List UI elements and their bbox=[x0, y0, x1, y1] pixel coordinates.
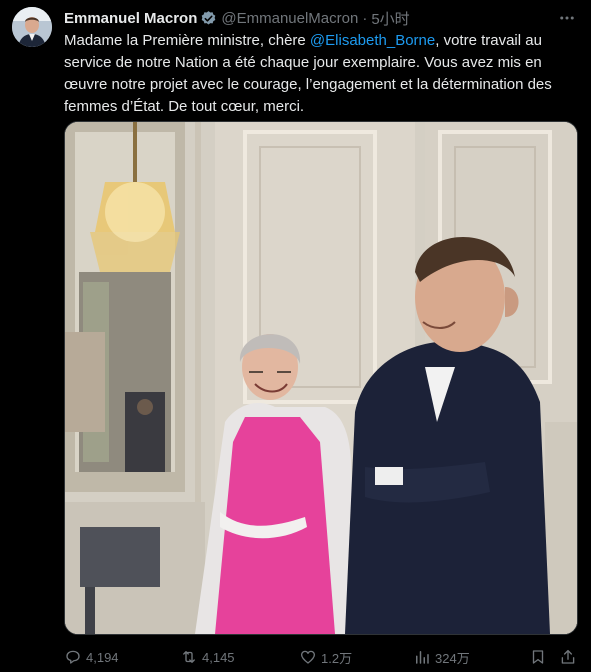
heart-icon bbox=[300, 650, 316, 664]
share-button[interactable] bbox=[559, 646, 581, 668]
tweet-text-part: Madame la Première ministre, chère bbox=[64, 32, 310, 49]
tweet-header: Emmanuel Macron @EmmanuelMacron · 5小时 bbox=[64, 8, 410, 28]
views-icon bbox=[416, 651, 429, 664]
verified-badge-icon bbox=[200, 10, 217, 27]
tweet-text: Madame la Première ministre, chère @Elis… bbox=[64, 30, 569, 118]
avatar[interactable] bbox=[12, 7, 52, 47]
reply-icon bbox=[66, 650, 80, 664]
author-name[interactable]: Emmanuel Macron bbox=[64, 10, 197, 27]
bookmark-button[interactable] bbox=[529, 646, 551, 668]
bookmark-icon bbox=[532, 650, 544, 664]
repost-button[interactable]: 4,145 bbox=[180, 646, 235, 668]
reply-count: 4,194 bbox=[86, 649, 119, 665]
like-button[interactable]: 1.2万 bbox=[299, 646, 352, 668]
tweet-timestamp[interactable]: 5小时 bbox=[371, 8, 409, 29]
repost-icon bbox=[183, 651, 195, 663]
tweet-actions: 4,194 4,145 1.2万 324万 bbox=[64, 646, 578, 668]
more-icon[interactable] bbox=[557, 8, 577, 28]
views-count: 324万 bbox=[435, 650, 470, 666]
author-handle[interactable]: @EmmanuelMacron bbox=[221, 10, 358, 27]
like-count: 1.2万 bbox=[321, 650, 353, 666]
tweet-photo[interactable] bbox=[64, 121, 578, 635]
reply-button[interactable]: 4,194 bbox=[64, 646, 119, 668]
share-icon bbox=[561, 649, 575, 664]
tweet[interactable]: Emmanuel Macron @EmmanuelMacron · 5小时 Ma… bbox=[0, 0, 591, 672]
mention-link[interactable]: @Elisabeth_Borne bbox=[310, 32, 435, 49]
views-button[interactable]: 324万 bbox=[413, 646, 470, 668]
separator-dot: · bbox=[362, 9, 368, 27]
repost-count: 4,145 bbox=[202, 649, 235, 665]
